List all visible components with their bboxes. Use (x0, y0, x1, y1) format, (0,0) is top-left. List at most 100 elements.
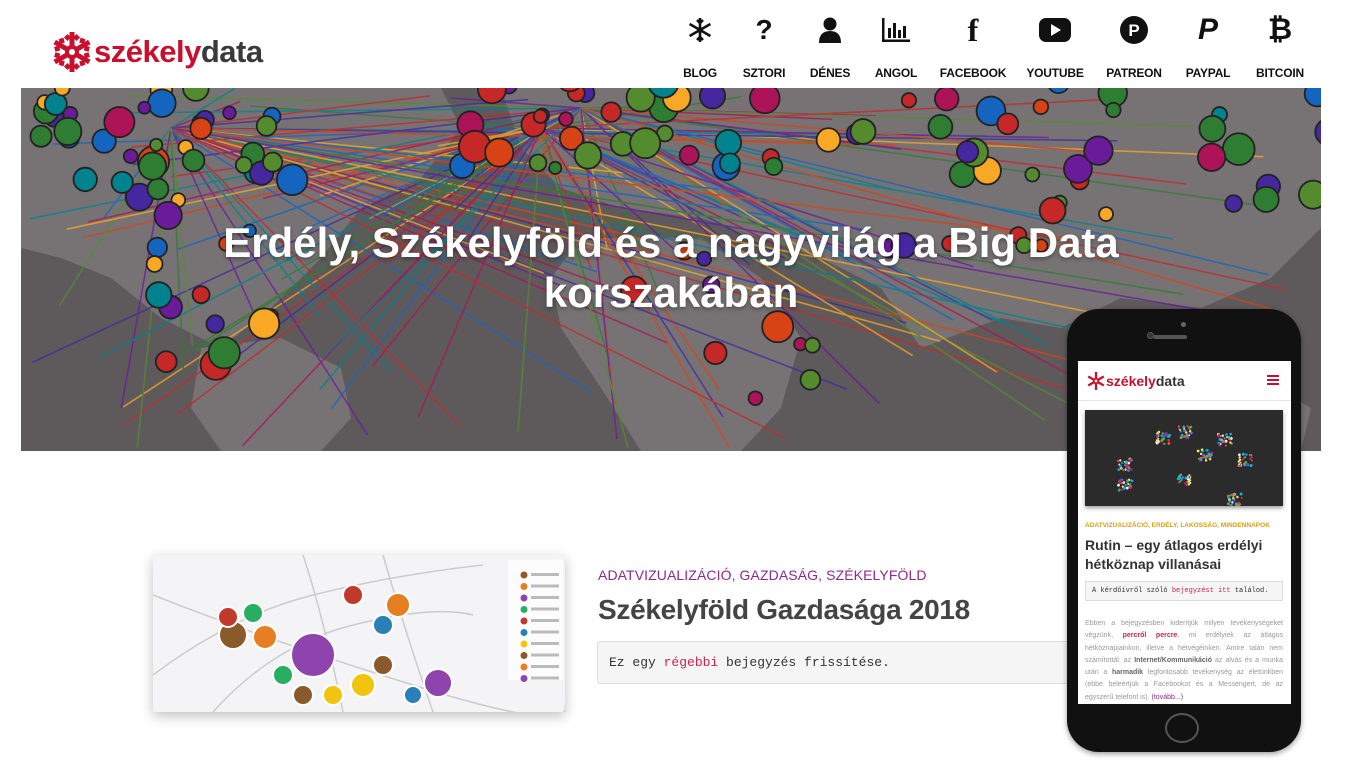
thumbnail-map-marker (292, 684, 314, 706)
scatter-point (1229, 494, 1232, 497)
mobile-logo[interactable]: székelydata (1087, 371, 1185, 391)
thumbnail-legend-swatch (520, 617, 528, 625)
map-node (703, 340, 728, 366)
map-node (1298, 179, 1321, 210)
scatter-point (1187, 480, 1190, 484)
map-node (678, 144, 700, 166)
site-logo[interactable]: székelydata (52, 30, 263, 74)
scatter-point (1201, 456, 1204, 459)
scatter-point (1180, 433, 1184, 437)
scatter-point (1177, 425, 1180, 428)
nav-bitcoin[interactable]: ₿ BITCOIN (1244, 12, 1316, 80)
phone-screen: székelydata ADATVIZUALIZÁCIÓ, ERDÉLY, LA… (1078, 361, 1291, 704)
nav-label: SZTORI (742, 66, 786, 80)
scatter-point (1184, 482, 1187, 485)
nav-paypal[interactable]: P PAYPAL (1172, 12, 1244, 80)
svg-text:P: P (1128, 21, 1139, 40)
scatter-point (1250, 459, 1253, 462)
map-node (149, 137, 164, 152)
mobile-post-categories[interactable]: ADATVIZUALIZÁCIÓ, ERDÉLY, LAKOSSÁG, MIND… (1085, 522, 1270, 529)
mobile-snowflake-logo-icon (1087, 372, 1105, 390)
scatter-point (1188, 474, 1191, 476)
scatter-point (1243, 462, 1246, 466)
map-node (53, 88, 71, 97)
paypal-icon: P (1197, 13, 1218, 46)
scatter-point (1224, 439, 1228, 443)
site-header: székelydata BLOG ? SZTORI DÉNES ANGOL f (0, 0, 1366, 88)
map-node (137, 151, 168, 181)
scatter-point (1249, 463, 1253, 467)
scatter-point (1245, 464, 1248, 467)
post-thumbnail[interactable] (153, 555, 565, 712)
scatter-point (1221, 434, 1224, 437)
scatter-point (1226, 502, 1230, 505)
scatter-point (1226, 436, 1229, 439)
scatter-point (1248, 454, 1251, 456)
scatter-point (1219, 443, 1222, 445)
thumbnail-legend-bar (531, 676, 559, 680)
excerpt-link-regebbi[interactable]: régebbi (664, 655, 719, 670)
mobile-post-title[interactable]: Rutin – egy átlagos erdélyi hétköznap vi… (1085, 536, 1285, 574)
post-title[interactable]: Székelyföld Gazdasága 2018 (598, 594, 970, 626)
map-node (146, 177, 170, 201)
m-body-b3: harmadik (1111, 669, 1144, 677)
scatter-point (1233, 493, 1236, 496)
nav-facebook[interactable]: f FACEBOOK (932, 12, 1014, 81)
scatter-point (1127, 482, 1130, 485)
map-node (799, 369, 822, 391)
thumbnail-map-marker (385, 592, 411, 618)
nav-sztori[interactable]: ? SZTORI (728, 12, 800, 80)
scatter-point (1128, 467, 1131, 470)
scatter-point (1230, 437, 1233, 440)
scatter-point (1188, 434, 1191, 437)
thumbnail-legend-bar (531, 573, 559, 576)
nav-denes[interactable]: DÉNES (800, 12, 860, 80)
map-node (234, 156, 253, 174)
m-body-more-link[interactable]: (tovább...) (1152, 694, 1184, 701)
map-node (147, 88, 177, 118)
scatter-point (1166, 435, 1170, 438)
scatter-point (1119, 478, 1123, 482)
scatter-point (1186, 475, 1189, 478)
scatter-point (1186, 477, 1190, 481)
m-code-link[interactable]: bejegyzést itt (1172, 587, 1231, 595)
youtube-icon (1039, 12, 1071, 48)
map-node (255, 115, 278, 137)
m-body-b2: Internet/Kommunikáció (1134, 656, 1212, 664)
excerpt-text-post: bejegyzés frissítése. (718, 655, 890, 670)
thumbnail-legend-bar (531, 607, 559, 611)
map-node (275, 163, 309, 197)
map-node (110, 170, 134, 194)
map-node (573, 141, 603, 170)
map-node (484, 137, 515, 168)
nav-angol[interactable]: ANGOL (860, 12, 932, 80)
scatter-point (1228, 500, 1232, 503)
hamburger-menu-icon[interactable] (1267, 375, 1279, 386)
m-code-post: találod. (1230, 587, 1269, 595)
post-categories[interactable]: ADATVIZUALIZÁCIÓ, GAZDASÁG, SZÉKELYFÖLD (598, 567, 927, 583)
mobile-post-image[interactable] (1085, 410, 1283, 506)
thumbnail-legend-bar (531, 584, 559, 588)
scatter-point (1219, 435, 1222, 438)
scatter-point (1186, 424, 1189, 428)
scatter-point (1124, 468, 1127, 471)
map-node (1221, 132, 1256, 166)
scatter-point (1201, 450, 1204, 453)
nav-label: PATREON (1106, 66, 1162, 80)
nav-youtube[interactable]: YOUTUBE (1014, 12, 1096, 80)
map-node (122, 148, 139, 165)
map-node (698, 88, 727, 110)
scatter-point (1122, 469, 1125, 472)
map-node (600, 101, 622, 123)
scatter-point (1122, 481, 1126, 484)
scatter-point (1185, 480, 1188, 483)
nav-patreon[interactable]: P PATREON (1096, 12, 1172, 80)
scatter-point (1230, 503, 1233, 506)
scatter-point (1227, 496, 1230, 499)
snowflake-icon (686, 12, 714, 48)
site-logo-text: székelydata (94, 32, 263, 72)
scatter-point (1117, 459, 1120, 462)
nav-blog[interactable]: BLOG (672, 12, 728, 80)
nav-label: ANGOL (874, 66, 918, 80)
mobile-header: székelydata (1078, 361, 1291, 401)
